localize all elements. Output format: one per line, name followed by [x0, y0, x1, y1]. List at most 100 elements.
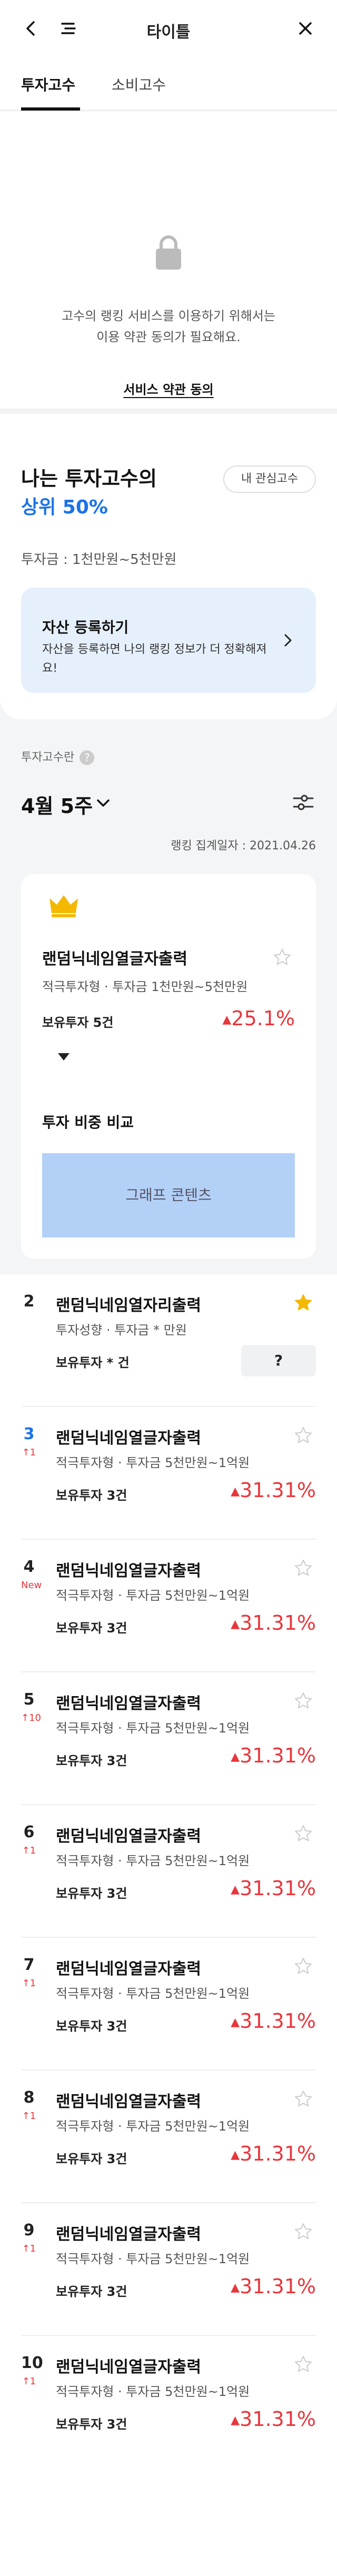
rank-change: ↑10	[21, 1712, 41, 1723]
top-ranker-return: ▲25.1%	[222, 1007, 295, 1030]
ranking-row[interactable]: 6 ↑1 랜덤닉네임열글자출력적극투자형 · 투자금 5천만원~1억원보유투자 3건…	[21, 1805, 316, 1938]
ranker-info: 적극투자형 · 투자금 5천만원~1억원	[56, 1455, 250, 1470]
graph-placeholder: 그래프 콘텐츠	[42, 1153, 295, 1237]
consent-message-line1: 고수의 랭킹 서비스를 이용하기 위해서는	[62, 309, 275, 323]
star-outline-icon[interactable]	[294, 2222, 313, 2241]
ranker-return-value: 31.31%	[240, 2142, 316, 2165]
rank-change: ↑1	[22, 2111, 36, 2122]
rank-change: ↑1	[22, 2243, 36, 2254]
ranker-name: 랜덤닉네임열글자출력	[56, 2225, 201, 2244]
ranker-return-value: 31.31%	[240, 1877, 316, 1900]
top-ranker-holdings-text: 보유투자 5건	[42, 1015, 114, 1030]
ranker-holdings-text: 보유투자 3건	[56, 1488, 127, 1503]
rank-1-card[interactable]: 랜덤닉네임열글자출력 적극투자형 · 투자금 1천만원~5천만원 보유투자 5건…	[21, 874, 316, 1259]
ranker-holdings: 보유투자 * 건	[56, 1352, 130, 1371]
ranking-section-label[interactable]: 투자고수란?	[21, 748, 95, 765]
compare-title: 투자 비중 비교	[42, 1114, 134, 1131]
ranking-row[interactable]: 10 ↑1 랜덤닉네임열글자출력적극투자형 · 투자금 5천만원~1억원보유투자 3…	[21, 2336, 316, 2469]
star-outline-icon[interactable]	[294, 1824, 313, 1843]
ranker-return-value: 31.31%	[240, 1611, 316, 1634]
ranker-name: 랜덤닉네임열글자출력	[56, 2358, 201, 2376]
rank-number: 6	[23, 1823, 35, 1841]
register-assets-card[interactable]: 자산 등록하기 자산을 등록하면 나의 랭킹 정보가 더 정확해져요!	[21, 588, 316, 693]
star-outline-icon[interactable]	[294, 1691, 313, 1710]
ranker-return-value: 31.31%	[240, 2407, 316, 2431]
lock-icon	[156, 235, 181, 270]
star-outline-icon[interactable]	[294, 1426, 313, 1445]
filter-settings-icon[interactable]	[291, 790, 316, 815]
ranker-info: 적극투자형 · 투자금 5천만원~1억원	[56, 1854, 250, 1868]
consent-required-panel: 고수의 랭킹 서비스를 이용하기 위해서는 이용 약관 동의가 필요해요. 서비…	[0, 112, 337, 409]
ranker-holdings: 보유투자 3건	[56, 2148, 127, 2167]
bubble-tail	[58, 1053, 70, 1061]
ranking-row[interactable]: 8 ↑1 랜덤닉네임열글자출력 적극투자형 · 투자금 5천만원~1억원 보유투자 3건…	[21, 2070, 316, 2203]
my-rank-panel: 나는 투자고수의 상위 50% 내 관심고수 투자금 : 1천만원~5천만원 자…	[0, 414, 337, 719]
ranker-name: 랜덤닉네임열글자출력	[56, 1695, 201, 1713]
ranker-info: 투자성향 · 투자금 * 만원	[56, 1323, 187, 1337]
rank-change: ↑1	[22, 1845, 36, 1856]
register-assets-desc: 자산을 등록하면 나의 랭킹 정보가 더 정확해져요!	[42, 643, 267, 675]
rank-change: ↑1	[22, 1978, 36, 1989]
ranker-return: ▲31.31%	[231, 2142, 316, 2165]
consent-message: 고수의 랭킹 서비스를 이용하기 위해서는 이용 약관 동의가 필요해요.	[0, 305, 337, 348]
star-outline-icon[interactable]	[294, 1559, 313, 1578]
rank-change: New	[21, 1580, 42, 1591]
ranker-name: 랜덤닉네임열글자출력	[56, 1429, 201, 1448]
service-consent-link[interactable]: 서비스 약관 동의	[123, 382, 213, 397]
ranker-return: ▲31.31%	[231, 1877, 316, 1900]
ranker-holdings-text: 보유투자 3건	[56, 2019, 127, 2034]
ranker-return-value: 31.31%	[240, 1479, 316, 1502]
ranking-row[interactable]: 3 ↑1 랜덤닉네임열글자출력 적극투자형 · 투자금 5천만원~1억원 보유투자 3건…	[21, 1407, 316, 1540]
ranking-section-text: 투자고수란	[21, 751, 75, 764]
my-watchlist-button[interactable]: 내 관심고수	[223, 465, 316, 493]
star-outline-icon[interactable]	[273, 948, 292, 967]
ranker-return: ▲31.31%	[231, 1479, 316, 1502]
my-investment-amount: 투자금 : 1천만원~5천만원	[21, 552, 177, 568]
ranker-return-value: 31.31%	[240, 1744, 316, 1767]
rank-change: ↑1	[22, 2376, 36, 2387]
ranker-holdings: 보유투자 3건	[56, 2016, 127, 2034]
ranking-row[interactable]: 7 ↑1 랜덤닉네임열글자출력 적극투자형 · 투자금 5천만원~1억원 보유투자 3건…	[21, 1938, 316, 2070]
star-filled-icon[interactable]	[294, 1293, 313, 1312]
star-outline-icon[interactable]	[294, 1957, 313, 1976]
divider	[0, 409, 337, 414]
week-selector[interactable]: 4월 5주	[21, 790, 93, 819]
ranker-holdings-text: 보유투자 3건	[56, 1621, 127, 1636]
ranker-return: ▲31.31%	[231, 1744, 316, 1767]
close-icon[interactable]	[295, 18, 316, 39]
ranker-name: 랜덤닉네임열자리출력	[56, 1296, 201, 1315]
ranker-holdings-text: 보유투자 3건	[56, 1886, 127, 1901]
page: 타이틀 투자고수 소비고수 고수의 랭킹 서비스를 이용하기 위해서는 이용 약…	[0, 0, 337, 2576]
ranking-row[interactable]: 2 랜덤닉네임열자리출력 투자성향 · 투자금 * 만원 보유투자 * 건?	[21, 1274, 316, 1407]
ranking-row[interactable]: 9 ↑1 랜덤닉네임열글자출력 적극투자형 · 투자금 5천만원~1억원 보유투자 3건…	[21, 2203, 316, 2336]
footer-space	[0, 2464, 337, 2576]
top-ranker-holdings: 보유투자 5건	[42, 1012, 113, 1031]
ranker-holdings: 보유투자 3건	[56, 1883, 127, 1901]
rank-number: 9	[23, 2221, 35, 2240]
rank-number: 4	[23, 1558, 35, 1576]
consent-message-line2: 이용 약관 동의가 필요해요.	[96, 330, 241, 344]
tab-invest-expert[interactable]: 투자고수	[21, 74, 75, 95]
rank-number: 3	[23, 1425, 35, 1443]
top-bar: 타이틀	[0, 0, 337, 58]
ranker-name: 랜덤닉네임열글자출력	[56, 2093, 201, 2111]
ranking-row[interactable]: 4 New 랜덤닉네임열글자출력 적극투자형 · 투자금 5천만원~1억원 보유투자 3…	[21, 1540, 316, 1672]
ranker-return: ▲31.31%	[231, 1611, 316, 1634]
tab-spend-expert[interactable]: 소비고수	[112, 74, 166, 95]
ranker-info: 적극투자형 · 투자금 5천만원~1억원	[56, 1721, 250, 1736]
ranker-info: 적극투자형 · 투자금 5천만원~1억원	[56, 2384, 250, 2399]
star-outline-icon[interactable]	[294, 2355, 313, 2374]
ranker-holdings: 보유투자 3건	[56, 2414, 127, 2432]
ranker-name: 랜덤닉네임열글자출력	[56, 1960, 201, 1978]
help-icon[interactable]: ?	[80, 750, 95, 765]
star-outline-icon[interactable]	[294, 2089, 313, 2108]
ranker-name: 랜덤닉네임열글자출력	[56, 1827, 201, 1846]
crown-icon	[42, 884, 85, 927]
top-ranker-name: 랜덤닉네임열글자출력	[42, 950, 187, 968]
rank-number: 7	[23, 1956, 35, 1974]
ranking-row[interactable]: 5 ↑10 랜덤닉네임열글자출력 적극투자형 · 투자금 5천만원~1억원 보유투자 3…	[21, 1672, 316, 1805]
rank-number: 10	[21, 2354, 43, 2372]
register-assets-title: 자산 등록하기	[42, 619, 129, 636]
ranker-info: 적극투자형 · 투자금 5천만원~1억원	[56, 2119, 250, 2134]
chevron-down-icon[interactable]	[96, 797, 111, 810]
